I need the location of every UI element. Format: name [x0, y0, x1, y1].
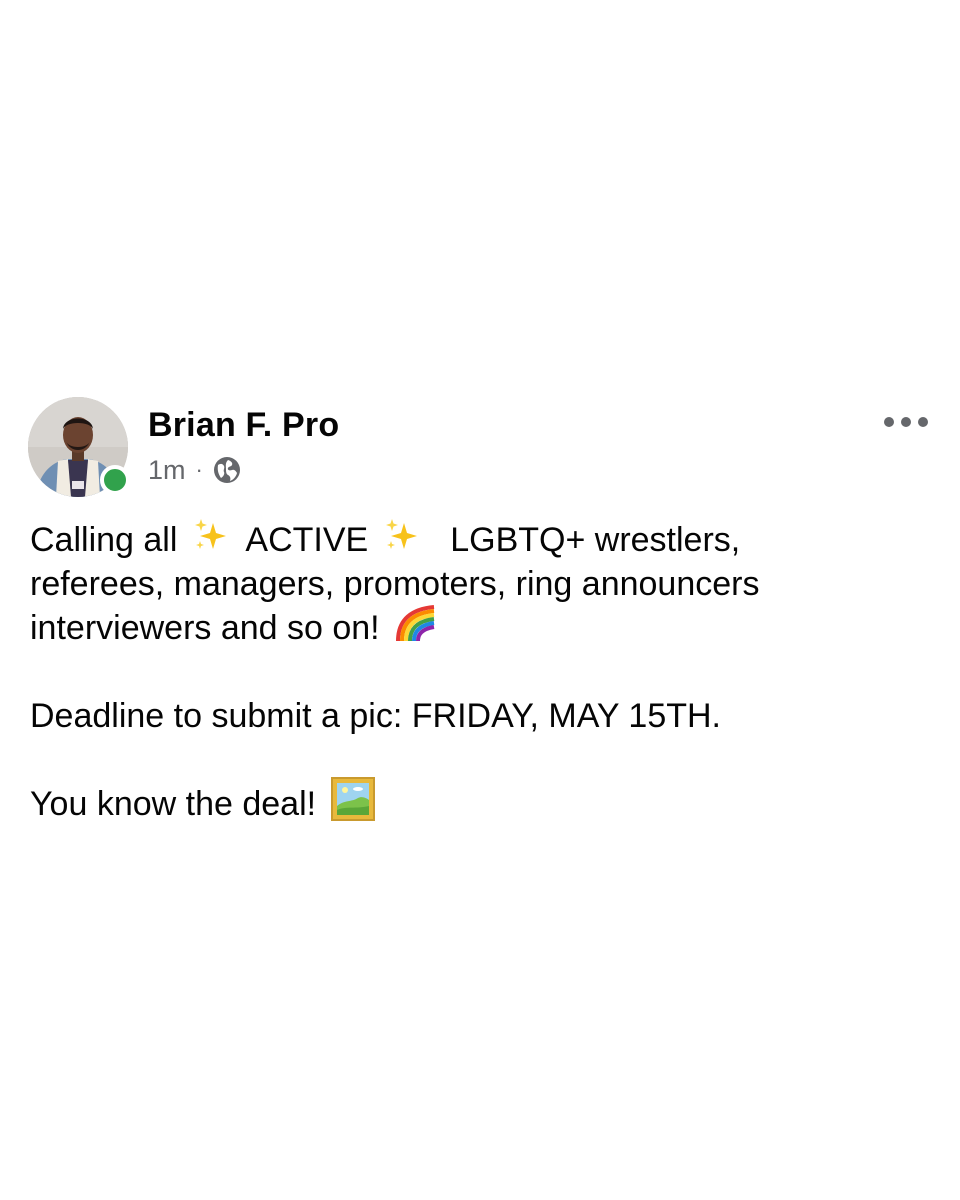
post-text: referees, managers, promoters, ring anno…: [30, 565, 760, 603]
post-line: interviewers and so on!: [30, 604, 930, 650]
post-closing: You know the deal!: [30, 785, 317, 823]
avatar[interactable]: [28, 397, 130, 497]
post-text: LGBTQ+ wrestlers,: [450, 521, 741, 559]
rainbow-icon: [394, 603, 438, 654]
post-line: Calling all ACTIVE LGBTQ+ wrestlers,: [30, 518, 930, 562]
post-text: Calling all: [30, 521, 178, 559]
sparkles-icon: [382, 515, 422, 566]
globe-icon[interactable]: [212, 455, 242, 485]
more-dot: [918, 417, 928, 427]
post-text: ACTIVE: [245, 521, 369, 559]
post-body: Calling all ACTIVE LGBTQ+ wrestlers, ref…: [30, 518, 930, 826]
online-status-dot: [100, 465, 130, 495]
post-deadline: Deadline to submit a pic: FRIDAY, MAY 15…: [30, 697, 721, 735]
post-line: You know the deal!: [30, 776, 930, 826]
post-line: referees, managers, promoters, ring anno…: [30, 562, 930, 606]
more-dot: [901, 417, 911, 427]
facebook-post: Brian F. Pro 1m · Calling all ACTIVE LGB…: [0, 0, 960, 1200]
meta-separator: ·: [195, 457, 203, 482]
more-dot: [884, 417, 894, 427]
more-options-icon[interactable]: [884, 410, 928, 434]
post-line: Deadline to submit a pic: FRIDAY, MAY 15…: [30, 694, 930, 738]
post-timestamp[interactable]: 1m: [148, 455, 186, 486]
post-text: interviewers and so on!: [30, 609, 380, 647]
post-meta: 1m ·: [148, 452, 242, 488]
sparkles-icon: [191, 515, 231, 566]
framed-picture-icon: [330, 776, 376, 833]
author-name[interactable]: Brian F. Pro: [148, 406, 339, 445]
